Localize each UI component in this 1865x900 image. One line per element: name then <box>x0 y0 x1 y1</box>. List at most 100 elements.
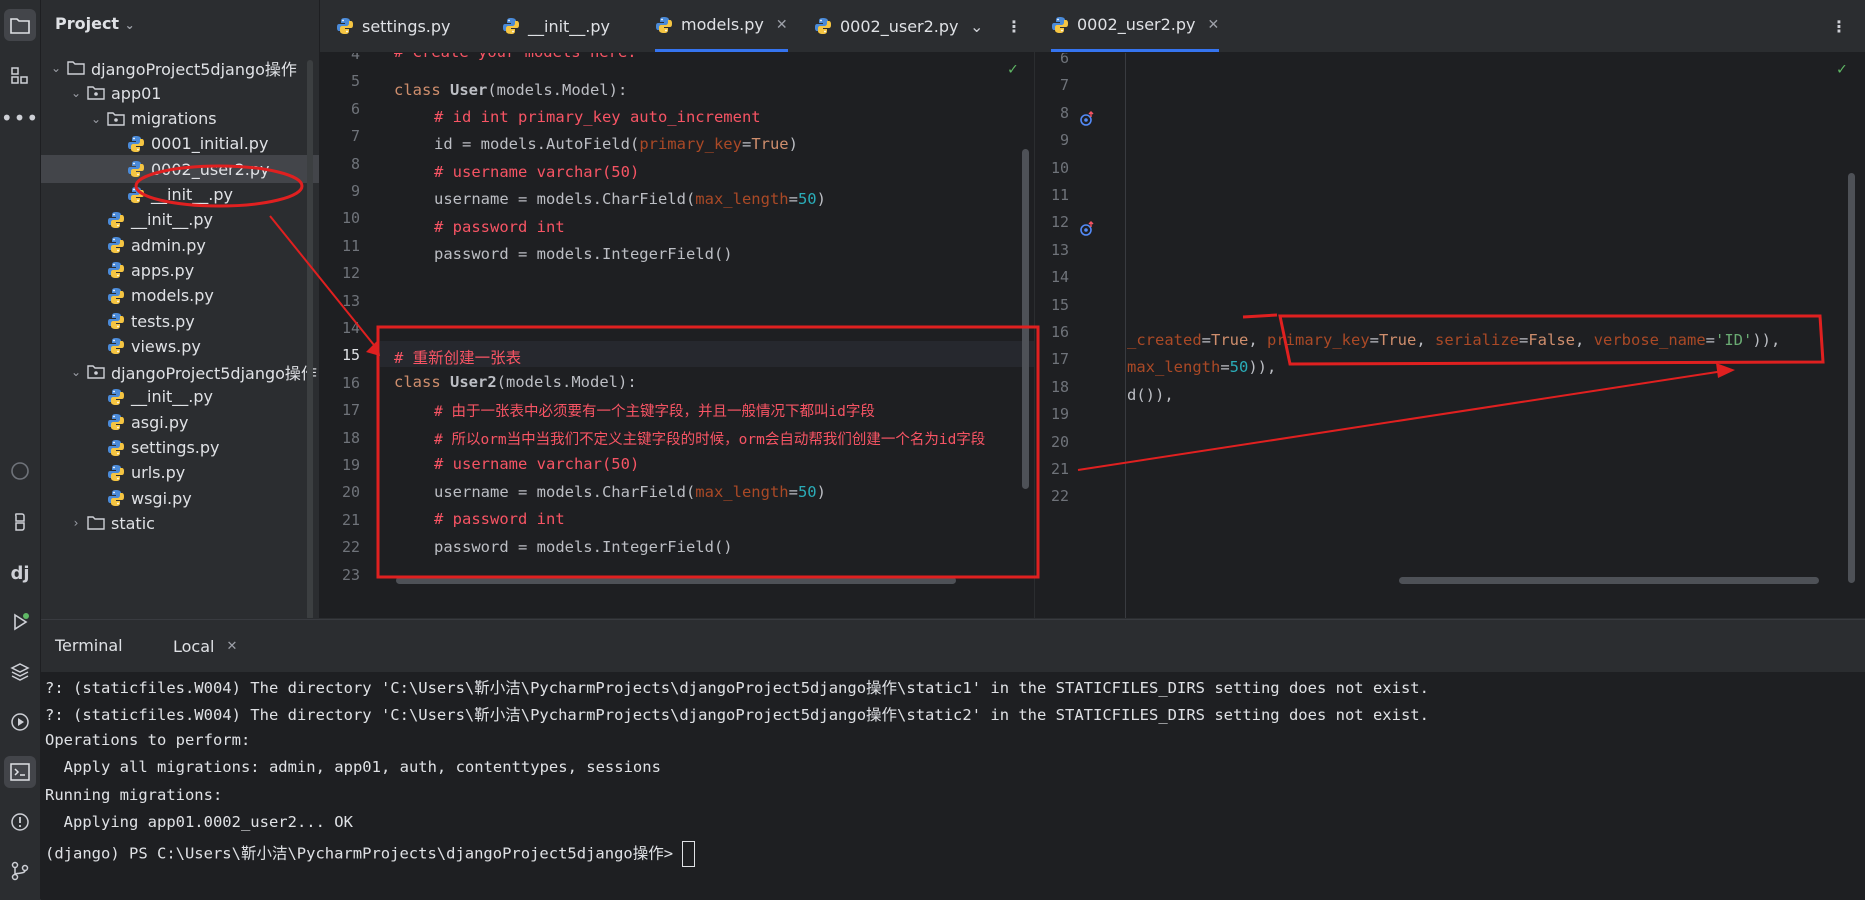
line-number: 11 <box>341 236 360 255</box>
editor-tabs-right: 0002_user2.py ✕ ⋮ <box>1035 0 1865 53</box>
python-file-icon <box>127 160 145 178</box>
line-number: 22 <box>341 538 360 557</box>
tab-init[interactable]: __init__.py <box>502 0 610 52</box>
tree-item[interactable]: apps.py <box>41 256 319 284</box>
line-number: 13 <box>341 291 360 310</box>
tabs-more-icon[interactable]: ⋮ <box>1006 0 1022 52</box>
line-number: 17 <box>1050 350 1069 369</box>
structure-tool-icon[interactable] <box>4 60 36 92</box>
terminal-tab-local[interactable]: Local ✕ <box>163 628 247 664</box>
tree-item[interactable]: models.py <box>41 282 319 310</box>
code-line: class User(models.Model): <box>394 81 628 99</box>
line-number: 11 <box>1050 186 1069 204</box>
tree-item[interactable]: __init__.py <box>41 383 319 411</box>
tree-item[interactable]: 0001_initial.py <box>41 130 319 158</box>
override-marker-icon[interactable] <box>1079 221 1095 241</box>
tree-item-label: __init__.py <box>151 185 234 204</box>
line-number: 15 <box>341 346 360 365</box>
tree-item-label: __init__.py <box>131 210 214 230</box>
tree-item[interactable]: › static <box>41 509 319 537</box>
terminal-panel[interactable]: Terminal Local ✕ ?: (staticfiles.W004) T… <box>41 619 1865 900</box>
tree-item[interactable]: tests.py <box>41 307 319 335</box>
problems-icon[interactable] <box>4 806 36 838</box>
tree-item[interactable]: settings.py <box>41 434 319 462</box>
inspection-ok-check-icon[interactable]: ✓ <box>1008 59 1018 78</box>
code-line: # username varchar(50) <box>434 163 640 181</box>
code-line: username = models.CharField(max_length=5… <box>434 483 826 501</box>
horizontal-scrollbar[interactable] <box>396 577 956 584</box>
code-line: max_length=50)), <box>1127 358 1277 376</box>
inspection-ok-check-icon[interactable]: ✓ <box>1837 59 1847 78</box>
line-number: 7 <box>350 127 360 146</box>
tab-models[interactable]: models.py ✕ <box>655 0 788 52</box>
line-number: 21 <box>1050 460 1069 478</box>
project-panel-title[interactable]: Project ⌄ <box>55 14 135 33</box>
terminal-line: Running migrations: <box>45 786 223 804</box>
close-icon[interactable]: ✕ <box>226 639 237 654</box>
git-icon[interactable] <box>4 855 36 887</box>
close-icon[interactable]: ✕ <box>776 17 788 33</box>
tree-item-label: 0001_initial.py <box>151 134 269 154</box>
line-number-gutter: 6 7 8 9 10 11 12 13 14 15 16 17 18 19 20 21 22 <box>1035 53 1126 618</box>
chevron-down-icon[interactable]: ⌄ <box>69 365 83 379</box>
close-icon[interactable]: ✕ <box>1208 17 1220 33</box>
editor-models-py[interactable]: 4 5 6 7 8 9 10 11 12 13 14 15 16 17 18 19 20 21 22 23 # Cre… <box>320 53 1034 618</box>
tree-item-label: 0002_user2.py <box>151 159 270 179</box>
python-file-icon <box>107 413 125 431</box>
line-number: 17 <box>341 401 360 420</box>
vertical-scrollbar[interactable] <box>1848 173 1855 583</box>
terminal-line: Apply all migrations: admin, app01, auth… <box>45 758 661 776</box>
tree-item[interactable]: views.py <box>41 332 319 360</box>
layers-icon[interactable] <box>4 656 36 688</box>
tree-item[interactable]: 0002_user2.py <box>41 155 319 184</box>
line-number: 18 <box>341 428 360 447</box>
more-tools-icon[interactable]: ••• <box>1 102 38 134</box>
tree-item-label: asgi.py <box>131 412 189 432</box>
tree-item[interactable]: admin.py <box>41 231 319 259</box>
tree-item-label: djangoProject5django操作 <box>91 60 297 79</box>
tree-item[interactable]: wsgi.py <box>41 484 319 512</box>
chevron-down-icon[interactable]: ⌄ <box>89 112 103 126</box>
tree-item[interactable]: asgi.py <box>41 408 319 436</box>
tree-item-label: app01 <box>111 83 162 103</box>
django-icon[interactable]: dj <box>4 557 36 589</box>
line-number: 12 <box>341 264 360 283</box>
terminal-prompt[interactable]: (django) PS C:\Users\靳小洁\PycharmProjects… <box>45 841 696 867</box>
chevron-right-icon[interactable]: › <box>69 516 83 530</box>
tree-item[interactable]: __init__.py <box>41 181 319 209</box>
tree-item[interactable]: ⌄ djangoProject5django操作 <box>41 54 319 82</box>
editor-more-icon[interactable]: ⋮ <box>1831 0 1847 52</box>
chevron-down-icon[interactable]: ⌄ <box>49 61 63 75</box>
python-packages-icon[interactable] <box>4 455 36 487</box>
editor-0002-user2-py[interactable]: 6 7 8 9 10 11 12 13 14 15 16 17 18 19 20 21 22 _created=… <box>1035 53 1865 618</box>
line-number: 10 <box>1050 158 1069 177</box>
chevron-down-icon[interactable]: ⌄ <box>69 86 83 100</box>
run-icon[interactable] <box>4 606 36 638</box>
services-icon[interactable] <box>4 706 36 738</box>
tab-0002-user2-right[interactable]: 0002_user2.py ✕ <box>1051 0 1220 52</box>
tab-0002-user2[interactable]: 0002_user2.py <box>814 0 958 52</box>
python-console-icon[interactable] <box>4 506 36 538</box>
tree-item-label: settings.py <box>131 438 220 457</box>
project-scrollbar[interactable] <box>307 60 313 618</box>
horizontal-scrollbar[interactable] <box>1399 577 1819 584</box>
override-marker-icon[interactable] <box>1079 111 1095 131</box>
tree-item[interactable]: ⌄ djangoProject5django操作 <box>41 358 319 386</box>
code-line: # password int <box>434 510 565 528</box>
tab-settings[interactable]: settings.py <box>336 0 451 52</box>
code-line: # 由于一张表中必须要有一个主键字段，并且一般情况下都叫id字段 <box>434 404 875 420</box>
tree-item[interactable]: ⌄ migrations <box>41 105 319 133</box>
tree-item[interactable]: ⌄ app01 <box>41 79 319 107</box>
terminal-tool-icon[interactable] <box>4 756 36 788</box>
tree-item[interactable]: __init__.py <box>41 206 319 234</box>
tabs-dropdown-chevron-icon[interactable]: ⌄ <box>970 0 983 52</box>
python-file-icon <box>127 186 145 204</box>
vertical-scrollbar[interactable] <box>1022 149 1029 489</box>
tree-item-label: djangoProject5django操作 <box>111 363 317 383</box>
project-tool-icon[interactable] <box>4 9 36 41</box>
code-line: # id int primary_key auto_increment <box>434 108 761 126</box>
folder-icon <box>67 59 85 77</box>
tree-item-label: apps.py <box>131 260 195 280</box>
folder-icon <box>87 514 105 532</box>
tree-item[interactable]: urls.py <box>41 459 319 487</box>
